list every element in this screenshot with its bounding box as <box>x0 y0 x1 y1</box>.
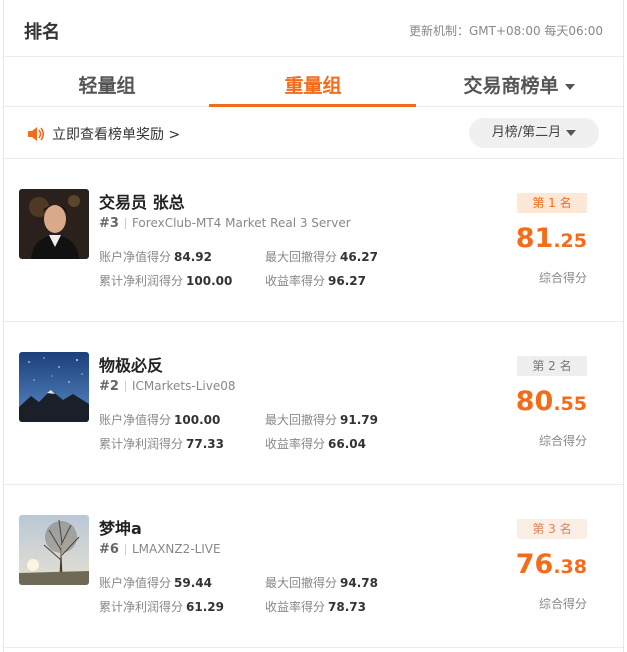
server-name: LMAXNZ2-LIVE <box>131 542 221 556</box>
server-name: ICMarkets-Live08 <box>131 379 236 393</box>
panel-header: 排名 更新机制：GMT+08:00 每天06:00 <box>4 0 623 57</box>
tab-bar: 轻量组 重量组 交易商榜单 <box>4 57 623 107</box>
avatar <box>19 515 89 585</box>
stat-drawdown: 最大回撤得分 46.27 <box>265 250 378 264</box>
tab-heavy-group[interactable]: 重量组 <box>210 71 416 98</box>
composite-score: 81.25 <box>515 223 587 254</box>
stat-profit: 累计净利润得分 77.33 <box>99 437 224 451</box>
trader-name[interactable]: 交易员 张总 <box>99 189 185 213</box>
stat-drawdown: 最大回撤得分 91.79 <box>265 413 378 427</box>
stat-profit: 累计净利润得分 100.00 <box>99 274 233 288</box>
composite-score-label: 综合得分 <box>538 271 587 285</box>
chevron-down-icon <box>564 83 575 90</box>
trader-name[interactable]: 梦坤a <box>99 515 142 539</box>
composite-score-label: 综合得分 <box>538 434 587 448</box>
stat-drawdown: 最大回撤得分 94.78 <box>265 576 378 590</box>
composite-score-label: 综合得分 <box>538 597 587 611</box>
tab-label: 交易商榜单 <box>463 75 559 97</box>
divider <box>124 381 126 392</box>
trader-name[interactable]: 物极必反 <box>99 352 163 376</box>
rank-badge: 第 3 名 <box>517 519 587 539</box>
composite-score: 80.55 <box>515 386 587 417</box>
speaker-icon <box>28 127 45 141</box>
period-dropdown[interactable]: 月榜/第二月 <box>469 118 599 148</box>
rank-badge: 第 1 名 <box>517 193 587 213</box>
trader-server: #3 ForexClub-MT4 Market Real 3 Server <box>99 216 351 231</box>
chevron-down-icon <box>566 129 577 136</box>
divider <box>124 218 126 229</box>
update-info: 更新机制：GMT+08:00 每天06:00 <box>408 24 603 38</box>
composite-score: 76.38 <box>515 549 587 580</box>
trader-rank-number: #2 <box>99 379 119 394</box>
stat-net-value: 账户净值得分 100.00 <box>99 413 221 427</box>
rank-badge: 第 2 名 <box>517 356 587 376</box>
tab-broker-list[interactable]: 交易商榜单 <box>416 71 622 98</box>
stat-return: 收益率得分 78.73 <box>265 600 366 614</box>
trader-server: #2 ICMarkets-Live08 <box>99 379 235 394</box>
server-name: ForexClub-MT4 Market Real 3 Server <box>131 216 351 230</box>
ranking-card[interactable]: 交易员 张总 #3 ForexClub-MT4 Market Real 3 Ser… <box>4 159 623 322</box>
trader-rank-number: #6 <box>99 542 119 557</box>
ranking-panel: 排名 更新机制：GMT+08:00 每天06:00 轻量组 重量组 交易商榜单 … <box>3 0 624 652</box>
trader-rank-number: #3 <box>99 216 119 231</box>
trader-server: #6 LMAXNZ2-LIVE <box>99 542 221 557</box>
ranking-card[interactable]: 物极必反 #2 ICMarkets-Live08 账户净值得分 100.00 最大回… <box>4 322 623 485</box>
divider <box>124 544 126 555</box>
tab-light-group[interactable]: 轻量组 <box>4 71 210 98</box>
avatar <box>19 352 89 422</box>
sub-bar: 立即查看榜单奖励 > 月榜/第二月 <box>4 107 623 159</box>
period-label: 月榜/第二月 <box>491 125 562 140</box>
page-title: 排名 <box>24 22 60 43</box>
ranking-card[interactable]: 梦坤a #6 LMAXNZ2-LIVE 账户净值得分 59.44 最大回撤得分 94.… <box>4 485 623 648</box>
stat-return: 收益率得分 66.04 <box>265 437 366 451</box>
stat-return: 收益率得分 96.27 <box>265 274 366 288</box>
avatar <box>19 189 89 259</box>
stat-net-value: 账户净值得分 84.92 <box>99 250 212 264</box>
stat-net-value: 账户净值得分 59.44 <box>99 576 212 590</box>
tab-label: 轻量组 <box>78 75 136 97</box>
reward-link-label: 立即查看榜单奖励 > <box>52 127 181 143</box>
tab-label: 重量组 <box>284 75 342 97</box>
reward-link[interactable]: 立即查看榜单奖励 > <box>26 124 180 144</box>
stat-profit: 累计净利润得分 61.29 <box>99 600 224 614</box>
